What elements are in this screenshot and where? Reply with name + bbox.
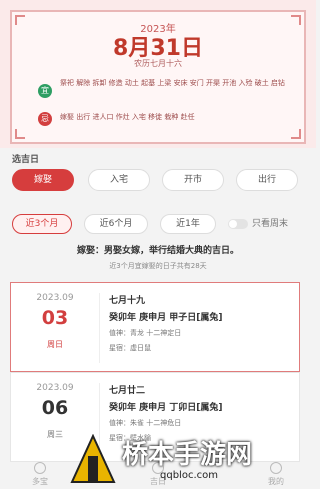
category-open-business[interactable]: 开市 <box>162 169 224 191</box>
yi-activities: 祭祀 解除 拆卸 修造 动土 起基 上梁 安床 安门 开渠 开池 入殓 破土 启… <box>60 79 285 87</box>
day-ganzhi: 癸卯年 庚申月 丁卯日[属兔] <box>109 403 223 413</box>
toggle-switch[interactable] <box>228 219 248 229</box>
site-watermark: 桥本手游网 qqbloc.com <box>70 430 310 486</box>
day-weekday: 周日 <box>47 340 63 349</box>
day-number: 06 <box>41 397 69 419</box>
day-duty-god: 值神：朱雀 十二神危日 <box>109 419 182 427</box>
tab-duobao[interactable]: 多宝 <box>10 462 70 487</box>
weekend-only-toggle[interactable]: 只看周末 <box>228 216 306 232</box>
range-3-months[interactable]: 近3个月 <box>12 214 72 234</box>
category-wedding[interactable]: 嫁娶 <box>12 169 74 191</box>
day-ganzhi: 癸卯年 庚申月 甲子日[属兔] <box>109 313 223 323</box>
category-move-in[interactable]: 入宅 <box>88 169 150 191</box>
ji-badge: 忌 <box>38 112 52 126</box>
almanac-card: 2023年 8月31日 农历七月十六 宜 祭祀 解除 拆卸 修造 动土 起基 上… <box>10 10 306 144</box>
day-number: 03 <box>41 307 69 329</box>
ji-activities: 嫁娶 出行 进人口 作灶 入宅 移徙 栽种 赴任 <box>60 113 195 121</box>
watermark-text: 桥本手游网 <box>122 440 253 470</box>
watermark-url: qqbloc.com <box>160 470 218 481</box>
watermark-logo-icon <box>70 434 116 483</box>
day-date-block: 2023.09 03 周日 <box>11 283 99 371</box>
tab-label: 多宝 <box>32 477 48 486</box>
divider <box>99 293 100 363</box>
range-1-year[interactable]: 近1年 <box>160 214 216 234</box>
almanac-header-area: 2023年 8月31日 农历七月十六 宜 祭祀 解除 拆卸 修造 动土 起基 上… <box>0 0 316 148</box>
day-star: 星宿：虚日鼠 <box>109 344 151 352</box>
result-count: 近3个月宜嫁娶的日子共有28天 <box>109 262 207 270</box>
category-description: 嫁娶：男娶女嫁，举行结婚大典的吉日。 <box>76 246 239 256</box>
toggle-knob <box>229 220 237 228</box>
home-icon <box>34 462 46 474</box>
day-lunar: 七月廿二 <box>109 386 146 396</box>
lucky-day-card[interactable]: 2023.09 03 周日 七月十九 癸卯年 庚申月 甲子日[属兔] 值神：青龙… <box>10 282 300 372</box>
section-title: 选吉日 <box>12 155 40 165</box>
corner-ornament <box>291 129 301 139</box>
category-travel[interactable]: 出行 <box>236 169 298 191</box>
day-details: 七月十九 癸卯年 庚申月 甲子日[属兔] 值神：青龙 十二神定日 星宿：虚日鼠 <box>109 293 299 353</box>
yi-badge: 宜 <box>38 84 52 98</box>
lunar-date: 农历七月十六 <box>134 59 182 68</box>
day-year-month: 2023.09 <box>36 293 74 303</box>
corner-ornament <box>15 129 25 139</box>
day-year-month: 2023.09 <box>36 383 74 393</box>
day-duty-god: 值神：青龙 十二神定日 <box>109 329 182 337</box>
range-6-months[interactable]: 近6个月 <box>84 214 148 234</box>
weekend-only-label: 只看周末 <box>252 219 289 229</box>
day-lunar: 七月十九 <box>109 296 146 306</box>
